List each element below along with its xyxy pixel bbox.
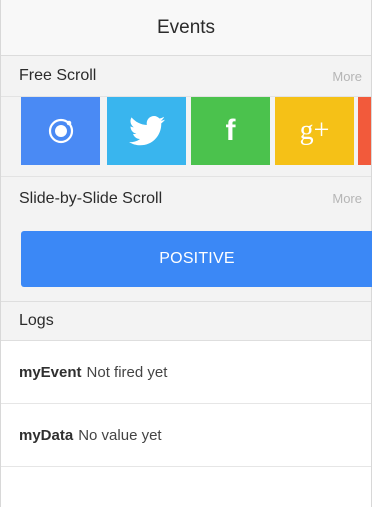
log-row-myevent: myEvent Not fired yet [1, 341, 371, 404]
log-key: myEvent [19, 363, 82, 381]
events-screen: Events Free Scroll More f g+ Slide-by-Sl… [0, 0, 372, 507]
slide-scroll-title: Slide-by-Slide Scroll [19, 189, 163, 207]
ionic-icon [48, 118, 73, 144]
twitter-tile[interactable] [107, 97, 186, 165]
free-scroll-more-link[interactable]: More [332, 69, 362, 84]
logs-title: Logs [19, 312, 54, 329]
log-row-mydata: myData No value yet [1, 404, 371, 467]
twitter-icon [128, 116, 165, 146]
ionic-tile[interactable] [21, 97, 100, 165]
page-title: Events [156, 16, 216, 38]
navbar: Events [1, 0, 371, 56]
google-plus-icon: g+ [299, 115, 330, 146]
log-value: No value yet [78, 426, 162, 444]
slide-scroll-more-link[interactable]: More [332, 191, 362, 206]
free-scroll-header: Free Scroll More [1, 56, 371, 96]
positive-button[interactable]: POSITIVE [21, 231, 372, 287]
log-key: myData [19, 426, 74, 444]
partial-tile[interactable] [358, 97, 371, 165]
google-plus-tile[interactable]: g+ [275, 97, 354, 165]
log-value: Not fired yet [86, 363, 168, 381]
slide-scroll-carousel[interactable]: POSITIVE [1, 220, 372, 301]
free-scroll-title: Free Scroll [19, 67, 97, 84]
slide-scroll-header: Slide-by-Slide Scroll More [1, 176, 371, 220]
facebook-tile[interactable]: f [191, 97, 270, 165]
facebook-icon: f [225, 114, 236, 147]
logs-header: Logs [1, 301, 371, 341]
free-scroll-carousel[interactable]: f g+ [1, 96, 371, 176]
